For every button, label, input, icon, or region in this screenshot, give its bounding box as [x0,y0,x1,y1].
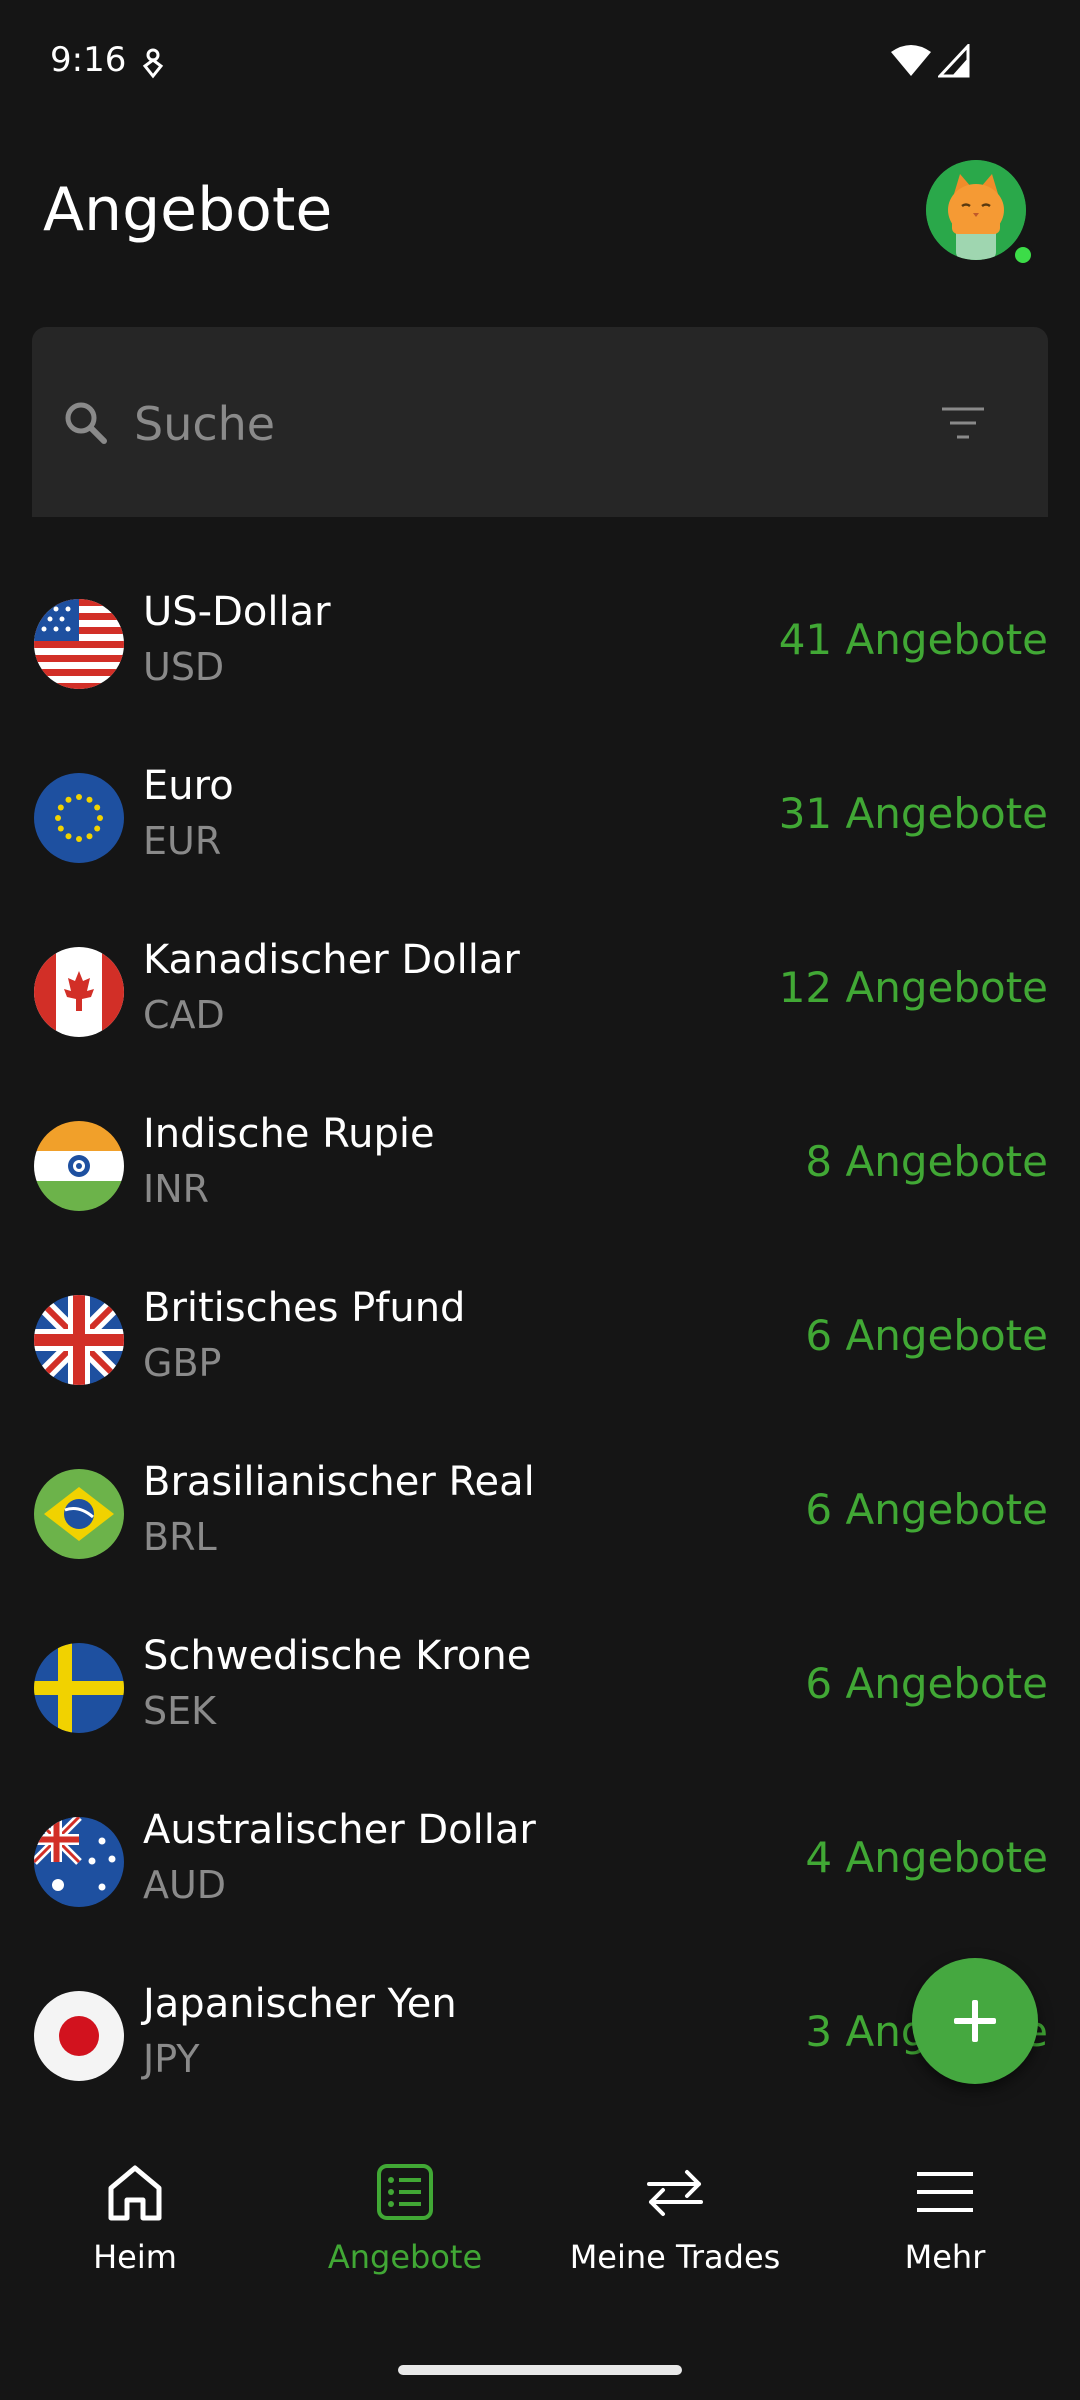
currency-name: Australischer Dollar [143,1807,536,1853]
currency-code: GBP [143,1341,222,1385]
offer-count: 8 Angebote [805,1137,1048,1186]
page-title: Angebote [43,175,333,245]
offer-count: 41 Angebote [778,615,1048,664]
ca-flag-icon [34,947,124,1037]
currency-name: Britisches Pfund [143,1285,466,1331]
offer-count: 12 Angebote [778,963,1048,1012]
list-item-sek[interactable]: Schwedische Krone SEK 6 Angebote [0,1599,1080,1773]
list-item-usd[interactable]: US-Dollar USD 41 Angebote [0,555,1080,729]
list-item-gbp[interactable]: Britisches Pfund GBP 6 Angebote [0,1251,1080,1425]
nav-label: Angebote [327,2238,483,2276]
cat-avatar-icon [926,160,1026,260]
nav-label: Heim [93,2238,177,2276]
br-flag-icon [34,1469,124,1559]
home-indicator[interactable] [398,2365,682,2375]
currency-code: SEK [143,1689,217,1733]
currency-code: JPY [143,2037,200,2081]
offers-list-icon [377,2164,433,2220]
offer-count: 4 Angebote [805,1833,1048,1882]
nav-item-offers[interactable]: Angebote [270,2120,540,2290]
signal-icon [938,44,970,78]
search-input[interactable] [132,385,896,463]
in-flag-icon [34,1121,124,1211]
search-icon [65,402,107,444]
notification-icon [142,48,164,79]
swap-arrows-icon [647,2170,703,2216]
currency-name: Japanischer Yen [143,1981,457,2027]
offer-count: 6 Angebote [805,1485,1048,1534]
currency-code: EUR [143,819,222,863]
se-flag-icon [34,1643,124,1733]
plus-icon [954,2000,996,2042]
currency-code: INR [143,1167,210,1211]
us-flag-icon [34,599,124,689]
nav-label: Meine Trades [569,2238,781,2276]
online-status-dot [1012,244,1034,266]
currency-list: US-Dollar USD 41 Angebote Euro EUR 31 An… [0,555,1080,2085]
currency-name: Schwedische Krone [143,1633,532,1679]
avatar[interactable] [926,160,1026,260]
eu-flag-icon [34,773,124,863]
currency-code: AUD [143,1863,227,1907]
nav-item-more[interactable]: Mehr [810,2120,1080,2290]
au-flag-icon [34,1817,124,1907]
nav-item-my-trades[interactable]: Meine Trades [540,2120,810,2290]
list-item-eur[interactable]: Euro EUR 31 Angebote [0,729,1080,903]
currency-name: Brasilianischer Real [143,1459,535,1505]
add-offer-button[interactable] [912,1958,1038,2084]
offer-count: 6 Angebote [805,1659,1048,1708]
bottom-navigation: Heim Angebote Meine Trades Mehr [0,2120,1080,2400]
status-time: 9:16 [50,40,127,80]
currency-code: USD [143,645,225,689]
currency-name: Indische Rupie [143,1111,435,1157]
currency-code: CAD [143,993,225,1037]
list-item-brl[interactable]: Brasilianischer Real BRL 6 Angebote [0,1425,1080,1599]
nav-label: Mehr [904,2238,986,2276]
currency-name: Euro [143,763,234,809]
currency-name: US-Dollar [143,589,331,635]
currency-name: Kanadischer Dollar [143,937,520,983]
menu-icon [917,2172,973,2212]
filter-icon[interactable] [940,403,986,443]
home-icon [108,2165,162,2221]
list-item-cad[interactable]: Kanadischer Dollar CAD 12 Angebote [0,903,1080,1077]
gb-flag-icon [34,1295,124,1385]
list-item-aud[interactable]: Australischer Dollar AUD 4 Angebote [0,1773,1080,1947]
currency-code: BRL [143,1515,217,1559]
search-bar[interactable] [32,327,1048,517]
list-item-inr[interactable]: Indische Rupie INR 8 Angebote [0,1077,1080,1251]
wifi-icon [891,45,931,76]
nav-item-home[interactable]: Heim [0,2120,270,2290]
status-bar: 9:16 [0,0,1080,130]
offer-count: 31 Angebote [778,789,1048,838]
offer-count: 6 Angebote [805,1311,1048,1360]
jp-flag-icon [34,1991,124,2081]
